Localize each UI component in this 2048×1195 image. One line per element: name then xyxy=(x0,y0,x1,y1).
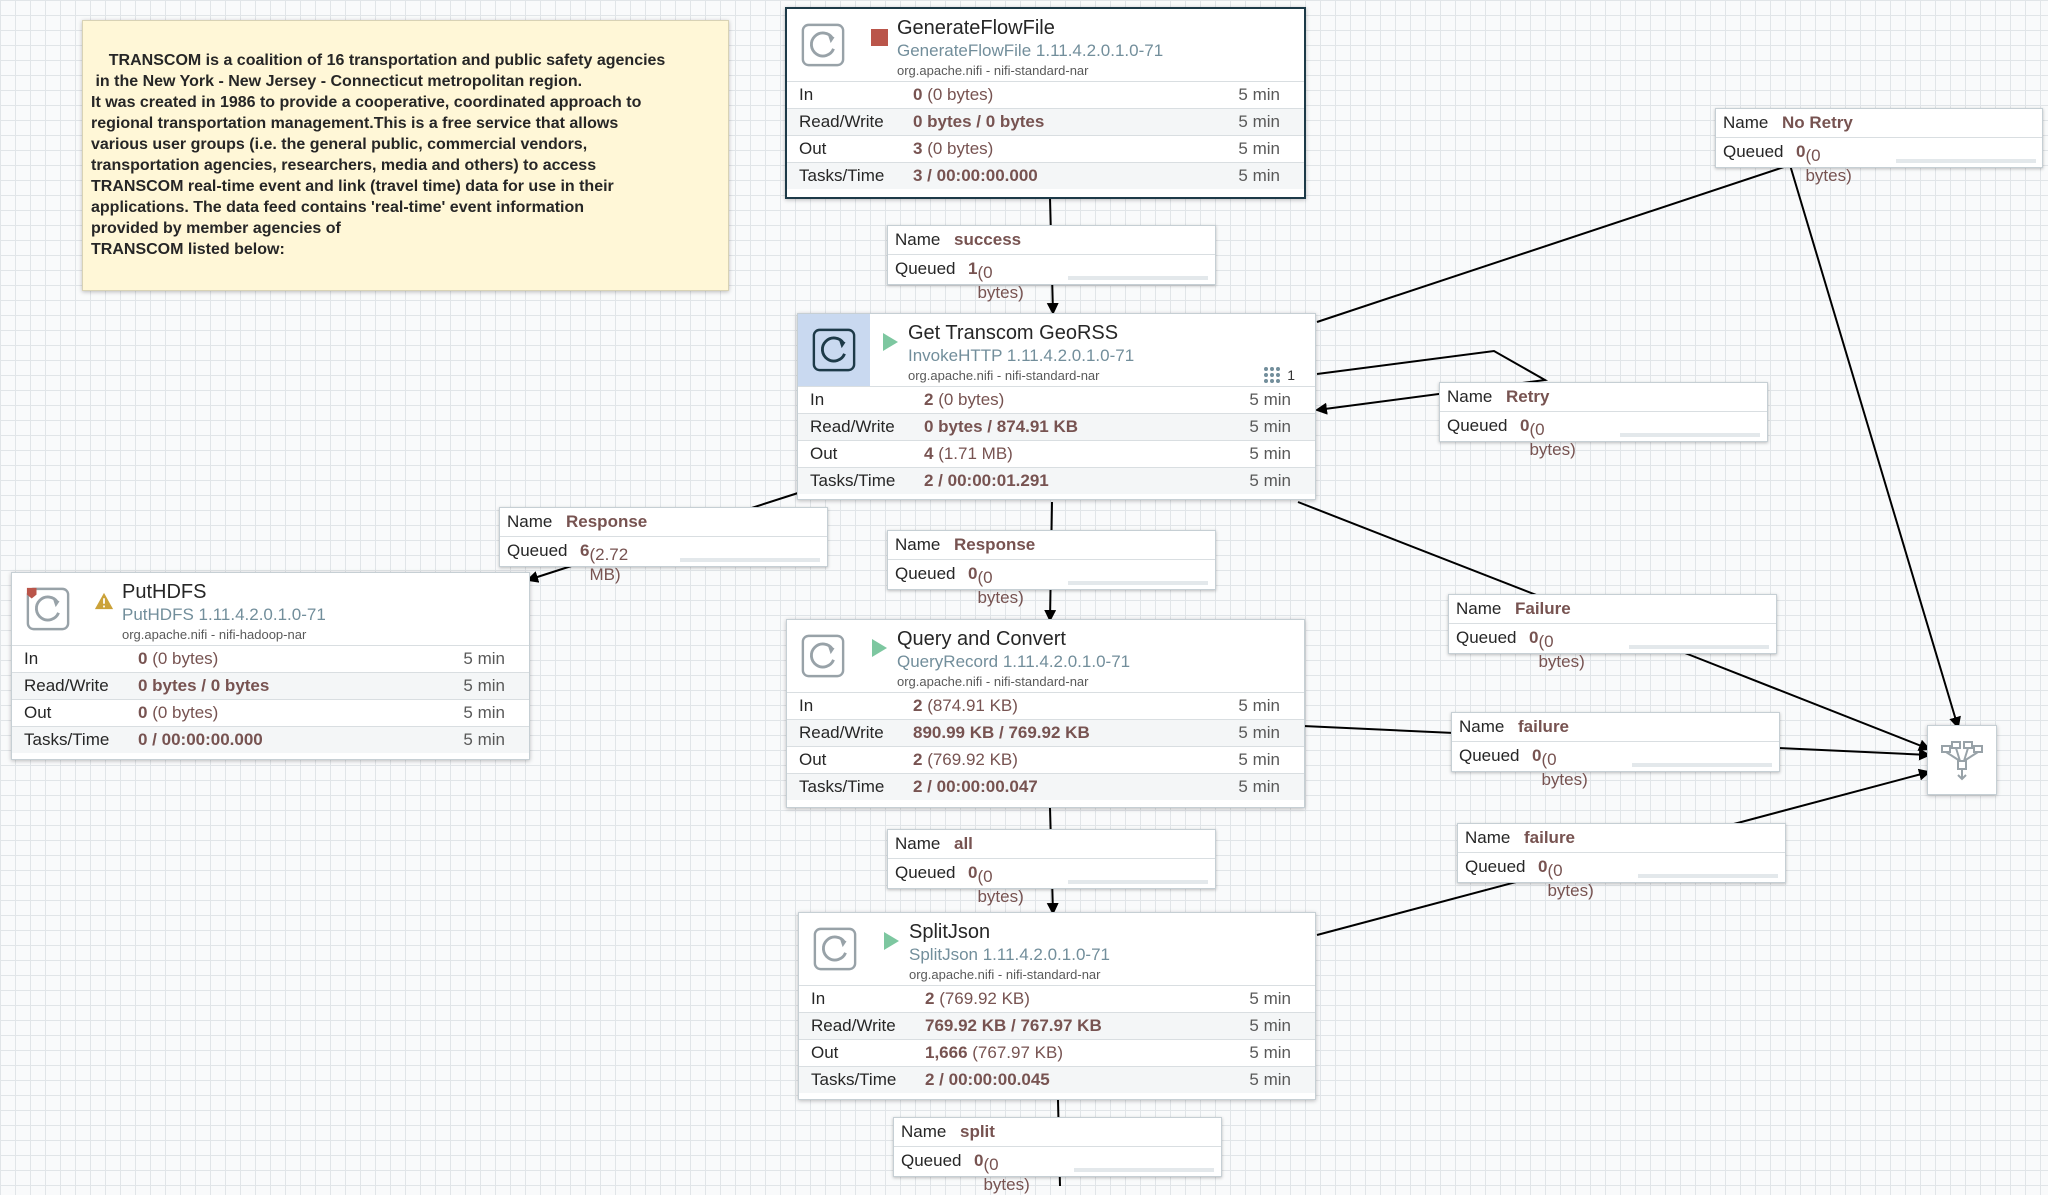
active-threads-badge: 1 xyxy=(1263,366,1295,384)
processor-bundle: org.apache.nifi - nifi-standard-nar xyxy=(897,63,1089,78)
processor-type: SplitJson 1.11.4.2.0.1.0-71 xyxy=(909,945,1110,964)
stat-out: Out 3 (0 bytes) 5 min xyxy=(787,135,1304,162)
processor-icon xyxy=(26,587,70,631)
processor-name: Get Transcom GeoRSS xyxy=(908,322,1119,344)
stat-tasks-time: Tasks/Time 2 / 00:00:00.047 5 min xyxy=(787,773,1304,800)
play-icon xyxy=(880,332,900,352)
stat-read-write: Read/Write 0 bytes / 0 bytes 5 min xyxy=(12,672,529,699)
connection-label-all[interactable]: Name all Queued 0 (0 bytes) xyxy=(887,829,1216,906)
connection-label-failure-1[interactable]: Name Failure Queued 0 (0 bytes) xyxy=(1448,594,1777,671)
processor-type: PutHDFS 1.11.4.2.0.1.0-71 xyxy=(122,605,326,624)
stat-tasks-time: Tasks/Time 2 / 00:00:01.291 5 min xyxy=(798,467,1315,494)
processor-icon xyxy=(787,620,859,692)
processor-icon xyxy=(813,927,857,971)
processor-icon xyxy=(812,328,856,372)
transcom-description-note[interactable]: TRANSCOM is a coalition of 16 transporta… xyxy=(82,20,729,291)
stat-in: In 0 (0 bytes) 5 min xyxy=(787,81,1304,108)
processor-query-and-convert[interactable]: Query and Convert QueryRecord 1.11.4.2.0… xyxy=(786,619,1305,808)
processor-bundle: org.apache.nifi - nifi-standard-nar xyxy=(908,368,1100,383)
connection-label-response-left[interactable]: Name Response Queued 6 (2.72 MB) xyxy=(499,507,828,584)
processor-type: GenerateFlowFile 1.11.4.2.0.1.0-71 xyxy=(897,41,1164,60)
processor-name: SplitJson xyxy=(909,921,991,943)
connection-label-failure-3[interactable]: Name failure Queued 0 (0 bytes) xyxy=(1457,823,1786,900)
processor-icon xyxy=(12,573,84,645)
processor-icon xyxy=(801,23,845,67)
processor-name: Query and Convert xyxy=(897,628,1066,650)
stat-read-write: Read/Write 0 bytes / 0 bytes 5 min xyxy=(787,108,1304,135)
stat-in: In 2 (0 bytes) 5 min xyxy=(798,386,1315,413)
processor-bundle: org.apache.nifi - nifi-hadoop-nar xyxy=(122,627,307,642)
processor-type: QueryRecord 1.11.4.2.0.1.0-71 xyxy=(897,652,1131,671)
connection-label-retry[interactable]: Name Retry Queued 0 (0 bytes) xyxy=(1439,382,1768,459)
connection-label-failure-2[interactable]: Name failure Queued 0 (0 bytes) xyxy=(1451,712,1780,789)
thread-icon xyxy=(1264,367,1281,383)
warning-icon xyxy=(94,591,114,611)
connection-label-response-mid[interactable]: Name Response Queued 0 (0 bytes) xyxy=(887,530,1216,607)
processor-get-transcom-georss[interactable]: Get Transcom GeoRSS InvokeHTTP 1.11.4.2.… xyxy=(797,313,1316,500)
processor-bundle: org.apache.nifi - nifi-standard-nar xyxy=(909,967,1101,982)
processor-name: GenerateFlowFile xyxy=(897,17,1055,39)
funnel-icon xyxy=(1941,741,1983,781)
stat-in: In 0 (0 bytes) 5 min xyxy=(12,645,529,672)
connection-label-split[interactable]: Name split Queued 0 (0 bytes) xyxy=(893,1117,1222,1194)
stat-out: Out 1,666 (767.97 KB) 5 min xyxy=(799,1039,1315,1066)
processor-type: InvokeHTTP 1.11.4.2.0.1.0-71 xyxy=(908,346,1135,365)
stat-read-write: Read/Write 0 bytes / 874.91 KB 5 min xyxy=(798,413,1315,440)
stat-tasks-time: Tasks/Time 3 / 00:00:00.000 5 min xyxy=(787,162,1304,189)
processor-name: PutHDFS xyxy=(122,581,207,603)
processor-puthdfs[interactable]: PutHDFS PutHDFS 1.11.4.2.0.1.0-71 org.ap… xyxy=(11,572,530,760)
flow-canvas[interactable]: TRANSCOM is a coalition of 16 transporta… xyxy=(0,0,2048,1194)
processor-icon xyxy=(798,314,870,386)
stat-read-write: Read/Write 769.92 KB / 767.97 KB 5 min xyxy=(799,1012,1315,1039)
play-icon xyxy=(881,931,901,951)
processor-icon xyxy=(801,634,845,678)
processor-icon xyxy=(799,913,871,985)
stop-icon xyxy=(869,27,889,47)
processor-splitjson[interactable]: SplitJson SplitJson 1.11.4.2.0.1.0-71 or… xyxy=(798,912,1316,1100)
processor-icon xyxy=(787,9,859,81)
stat-out: Out 4 (1.71 MB) 5 min xyxy=(798,440,1315,467)
processor-generate-flowfile[interactable]: GenerateFlowFile GenerateFlowFile 1.11.4… xyxy=(785,7,1306,199)
stat-tasks-time: Tasks/Time 2 / 00:00:00.045 5 min xyxy=(799,1066,1315,1093)
note-text: TRANSCOM is a coalition of 16 transporta… xyxy=(91,52,666,258)
stat-in: In 2 (769.92 KB) 5 min xyxy=(799,985,1315,1012)
funnel[interactable] xyxy=(1927,725,1997,795)
stat-tasks-time: Tasks/Time 0 / 00:00:00.000 5 min xyxy=(12,726,529,753)
play-icon xyxy=(869,638,889,658)
stat-out: Out 0 (0 bytes) 5 min xyxy=(12,699,529,726)
stat-in: In 2 (874.91 KB) 5 min xyxy=(787,692,1304,719)
stat-out: Out 2 (769.92 KB) 5 min xyxy=(787,746,1304,773)
processor-bundle: org.apache.nifi - nifi-standard-nar xyxy=(897,674,1089,689)
connection-label-success[interactable]: Name success Queued 1 (0 bytes) xyxy=(887,225,1216,302)
connection-label-no-retry[interactable]: Name No Retry Queued 0 (0 bytes) xyxy=(1715,108,2043,185)
stat-read-write: Read/Write 890.99 KB / 769.92 KB 5 min xyxy=(787,719,1304,746)
